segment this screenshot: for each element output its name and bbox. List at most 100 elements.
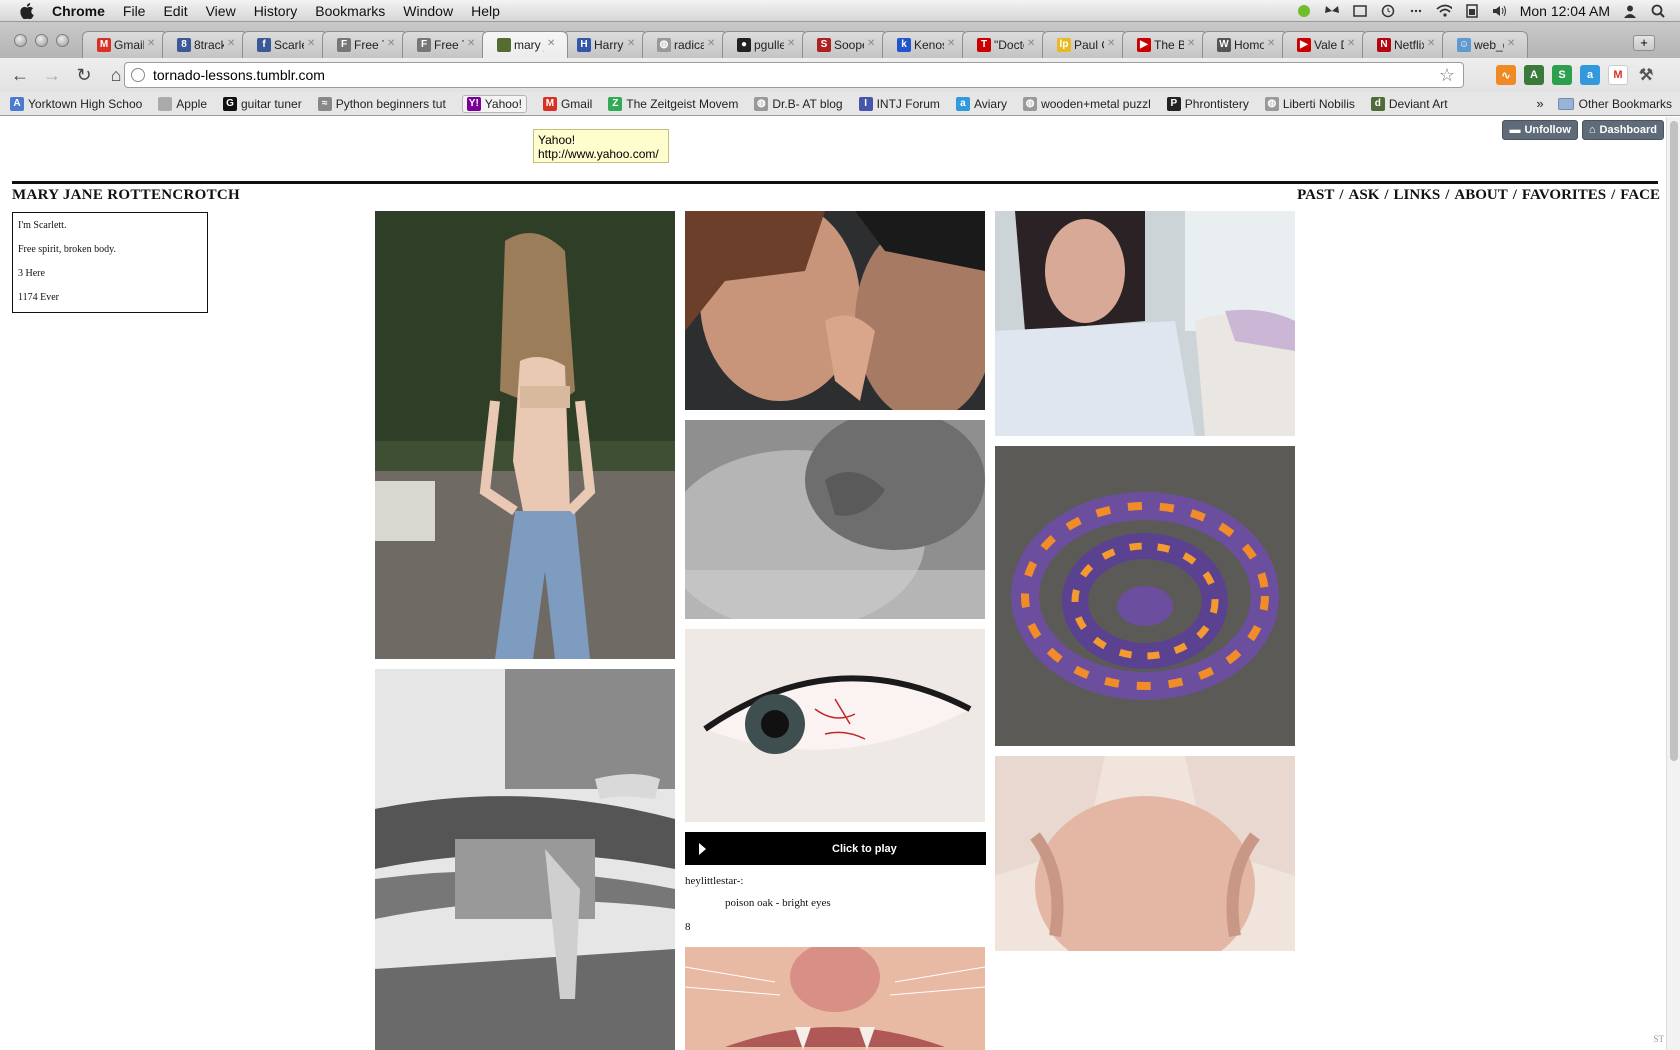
- bookmark-item[interactable]: I INTJ Forum: [858, 96, 940, 111]
- browser-tab[interactable]: ◍radicalf✕: [642, 31, 728, 58]
- blog-nav-link[interactable]: PAST: [1297, 187, 1334, 204]
- bookmark-item[interactable]: ◍ Dr.B- AT blog: [754, 96, 843, 111]
- tab-close-icon[interactable]: ✕: [947, 38, 957, 49]
- bluetooth-icon[interactable]: [1408, 4, 1424, 18]
- browser-tab[interactable]: FFree Te✕: [402, 31, 488, 58]
- reload-button[interactable]: ↻: [72, 63, 96, 87]
- tab-close-icon[interactable]: ✕: [627, 38, 637, 49]
- bookmark-item[interactable]: Z The Zeitgeist Movem: [608, 96, 738, 111]
- tab-close-icon[interactable]: ✕: [307, 38, 317, 49]
- bookmark-item[interactable]: M Gmail: [542, 96, 592, 111]
- translate-extension-icon[interactable]: A: [1524, 65, 1544, 85]
- tab-close-icon[interactable]: ✕: [147, 38, 157, 49]
- bookmark-item[interactable]: ◍ Liberti Nobilis: [1264, 96, 1355, 111]
- other-bookmarks-button[interactable]: Other Bookmarks: [1557, 97, 1672, 111]
- bookmark-item[interactable]: Apple: [158, 96, 207, 111]
- tab-close-icon[interactable]: ✕: [1107, 38, 1117, 49]
- audio-source-link[interactable]: heylittlestar-:: [685, 875, 985, 887]
- tab-close-icon[interactable]: ✕: [547, 38, 557, 49]
- wifi-icon[interactable]: [1436, 4, 1452, 18]
- browser-tab[interactable]: T"Doctor✕: [962, 31, 1048, 58]
- window-zoom-button[interactable]: [56, 34, 69, 47]
- browser-tab[interactable]: fScarlett✕: [242, 31, 328, 58]
- rss-extension-icon[interactable]: ∿: [1496, 65, 1516, 85]
- dashboard-button[interactable]: ⌂ Dashboard: [1581, 120, 1664, 140]
- butterfly-status-icon[interactable]: [1324, 4, 1340, 18]
- play-icon[interactable]: [699, 842, 706, 855]
- post-photo-coiled-snake[interactable]: [995, 446, 1295, 746]
- bookmark-item[interactable]: ≈ Python beginners tut: [317, 96, 446, 111]
- menubar-clock[interactable]: Mon 12:04 AM: [1520, 3, 1610, 19]
- browser-tab[interactable]: ●pgulley✕: [722, 31, 808, 58]
- post-photo-bloodshot-eye[interactable]: [685, 629, 985, 822]
- wrench-menu-icon[interactable]: ⚒: [1636, 65, 1656, 85]
- volume-icon[interactable]: [1492, 4, 1508, 18]
- tab-close-icon[interactable]: ✕: [1427, 38, 1437, 49]
- back-button[interactable]: ←: [8, 63, 32, 87]
- tab-close-icon[interactable]: ✕: [227, 38, 237, 49]
- bookmark-item[interactable]: Gguitar tuner: [223, 96, 302, 111]
- battery-icon[interactable]: [1464, 3, 1480, 18]
- menu-window[interactable]: Window: [403, 3, 453, 19]
- apple-menu-icon[interactable]: [18, 2, 36, 20]
- tab-close-icon[interactable]: ✕: [387, 38, 397, 49]
- address-bar[interactable]: tornado-lessons.tumblr.com ☆: [124, 62, 1464, 88]
- blog-nav-link[interactable]: ABOUT: [1454, 187, 1507, 204]
- bookmark-item[interactable]: a Aviary: [955, 96, 1007, 111]
- new-tab-button[interactable]: +: [1633, 35, 1655, 51]
- blog-nav-link[interactable]: FACE: [1620, 187, 1660, 204]
- browser-tab[interactable]: HHarry P✕: [562, 31, 648, 58]
- browser-tab[interactable]: SSooperl✕: [802, 31, 888, 58]
- audio-play-label[interactable]: Click to play: [832, 843, 897, 855]
- menu-help[interactable]: Help: [471, 3, 500, 19]
- tab-close-icon[interactable]: ✕: [1507, 38, 1517, 49]
- browser-tab[interactable]: kKenosis✕: [882, 31, 968, 58]
- tab-close-icon[interactable]: ✕: [467, 38, 477, 49]
- photo-status-icon[interactable]: [1352, 4, 1368, 18]
- window-close-button[interactable]: [14, 34, 27, 47]
- tab-close-icon[interactable]: ✕: [1187, 38, 1197, 49]
- user-icon[interactable]: [1622, 4, 1638, 18]
- page-info-icon[interactable]: [131, 68, 145, 82]
- browser-tab[interactable]: WHomop✕: [1202, 31, 1288, 58]
- post-photo-bw-surreal[interactable]: [375, 669, 675, 1050]
- audio-notes-count[interactable]: 8: [685, 921, 985, 933]
- tab-close-icon[interactable]: ✕: [1347, 38, 1357, 49]
- tab-close-icon[interactable]: ✕: [707, 38, 717, 49]
- bookmarks-overflow-chevron-icon[interactable]: »: [1536, 96, 1543, 111]
- bookmark-item[interactable]: ◍ wooden+metal puzzl: [1023, 96, 1151, 111]
- menu-view[interactable]: View: [206, 3, 236, 19]
- bookmark-star-icon[interactable]: ☆: [1439, 65, 1455, 86]
- menu-history[interactable]: History: [254, 3, 298, 19]
- post-photo-couple[interactable]: [685, 211, 985, 410]
- tab-close-icon[interactable]: ✕: [787, 38, 797, 49]
- page-scrollbar[interactable]: [1666, 117, 1680, 1050]
- browser-tab[interactable]: NNetflix✕: [1362, 31, 1448, 58]
- spotlight-search-icon[interactable]: [1650, 4, 1666, 18]
- browser-tab[interactable]: MGmail -✕: [82, 31, 168, 58]
- browser-tab[interactable]: lpPaul Gu✕: [1042, 31, 1128, 58]
- browser-tab[interactable]: ▶Vale De✕: [1282, 31, 1368, 58]
- audio-player[interactable]: Click to play: [685, 832, 986, 865]
- browser-tab[interactable]: ☺web_de✕: [1442, 31, 1528, 58]
- post-photo-cat-mouth[interactable]: [685, 947, 985, 1050]
- bookmark-item[interactable]: P Phrontistery: [1166, 96, 1249, 111]
- post-photo-hospital-girl[interactable]: [995, 211, 1295, 436]
- post-photo-girl-jeans[interactable]: [375, 211, 675, 659]
- blog-nav-link[interactable]: LINKS: [1394, 187, 1441, 204]
- post-photo-bw-kiss[interactable]: [685, 420, 985, 619]
- bookmark-item[interactable]: Y! Yahoo!: [461, 94, 527, 113]
- blog-nav-link[interactable]: FAVORITES: [1522, 187, 1606, 204]
- browser-tab[interactable]: FFree Te✕: [322, 31, 408, 58]
- evernote-status-icon[interactable]: [1296, 4, 1312, 18]
- blog-title[interactable]: MARY JANE ROTTENCROTCH: [12, 187, 240, 204]
- browser-tab[interactable]: mary ja✕: [482, 31, 568, 58]
- window-minimize-button[interactable]: [35, 34, 48, 47]
- post-photo-blonde-figure[interactable]: [995, 756, 1295, 951]
- feed-extension-icon[interactable]: S: [1552, 65, 1572, 85]
- menu-edit[interactable]: Edit: [163, 3, 187, 19]
- unfollow-button[interactable]: ▬ Unfollow: [1502, 120, 1578, 140]
- menu-bookmarks[interactable]: Bookmarks: [315, 3, 385, 19]
- blog-nav-link[interactable]: ASK: [1349, 187, 1380, 204]
- forward-button[interactable]: →: [40, 63, 64, 87]
